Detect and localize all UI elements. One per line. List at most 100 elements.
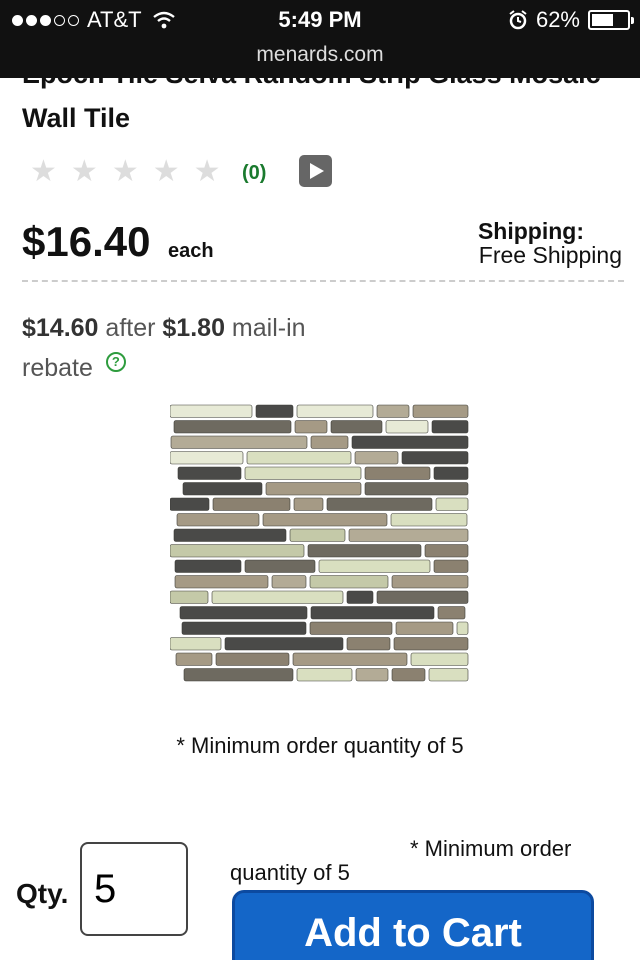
tile-strip: [244, 559, 316, 573]
tile-strip: [395, 621, 454, 635]
tile-strip: [265, 482, 362, 496]
min-order-note-line2: quantity of 5: [230, 860, 350, 885]
tile-strip: [364, 482, 469, 496]
tile-strip: [318, 559, 431, 573]
tile-strip: [170, 435, 308, 449]
tile-strip: [346, 590, 374, 604]
tile-strip: [170, 404, 253, 418]
add-to-cart-button[interactable]: Add to Cart: [232, 890, 594, 960]
tile-strip: [435, 497, 469, 511]
tile-strip: [410, 652, 469, 666]
tile-strip: [309, 621, 393, 635]
tile-strip: [330, 420, 383, 434]
tile-strip: [376, 404, 410, 418]
tile-strip: [246, 451, 352, 465]
divider: [22, 280, 624, 282]
tile-strip: [212, 497, 291, 511]
product-page: Epoch Tile Selva Random Strip Glass Mosa…: [0, 78, 640, 960]
tile-strip: [456, 621, 469, 635]
shipping-value: Free Shipping: [478, 242, 622, 268]
tile-strip: [289, 528, 346, 542]
review-count-link[interactable]: (0): [242, 162, 266, 185]
tile-strip: [176, 513, 260, 527]
tile-strip: [433, 466, 469, 480]
tile-strip: [326, 497, 433, 511]
tile-strip: [170, 544, 305, 558]
battery-percent: 62%: [535, 7, 580, 32]
tile-strip: [262, 513, 388, 527]
qty-input[interactable]: [80, 842, 188, 936]
tile-strip: [173, 420, 292, 434]
tile-strip: [177, 466, 242, 480]
product-title: Epoch Tile Selva Random Strip Glass Mosa…: [22, 78, 601, 133]
min-order-note-line1: * Minimum order: [410, 836, 572, 861]
tile-strip: [174, 575, 269, 589]
tile-strip: [433, 559, 469, 573]
tile-strip: [385, 420, 429, 434]
tile-strip: [391, 668, 426, 682]
rebate-amount: $1.80: [162, 314, 225, 342]
tile-strip: [179, 606, 308, 620]
tile-strip: [182, 482, 263, 496]
tile-strip: [183, 668, 294, 682]
tile-strip: [175, 652, 213, 666]
url-bar[interactable]: menards.com: [0, 40, 640, 78]
tile-strip: [170, 590, 209, 604]
tile-strip: [174, 559, 242, 573]
rating-stars[interactable]: ★ ★ ★ ★ ★: [30, 154, 221, 189]
tile-strip: [224, 637, 344, 651]
help-icon[interactable]: ?: [105, 352, 126, 372]
tile-strip: [170, 451, 244, 465]
alarm-clock-icon: [509, 10, 527, 30]
qty-label: Qty.: [16, 878, 69, 909]
tile-strip: [351, 435, 469, 449]
tile-strip: [215, 652, 290, 666]
tile-strip: [211, 590, 344, 604]
tile-strip: [376, 590, 469, 604]
tile-strip: [424, 544, 469, 558]
star-icon: ★: [111, 155, 139, 188]
tile-strip: [390, 513, 468, 527]
battery-icon: [588, 10, 634, 30]
tile-strip: [294, 420, 328, 434]
tile-strip: [431, 420, 469, 434]
star-icon: ★: [152, 155, 180, 188]
tile-strip: [170, 637, 222, 651]
status-bar: AT&T 5:49 PM 62%: [0, 0, 640, 40]
status-right: 62%: [508, 7, 634, 33]
tile-strip: [170, 497, 210, 511]
tile-strip: [271, 575, 307, 589]
min-order-note: * Minimum order quantity of 5: [176, 733, 464, 758]
rebate-after: after: [105, 314, 156, 342]
tile-strip: [354, 451, 399, 465]
tile-strip: [412, 404, 469, 418]
price-unit: each: [168, 240, 214, 262]
rebate-price: $14.60: [22, 314, 99, 342]
star-icon: ★: [193, 155, 221, 188]
tile-strip: [310, 435, 349, 449]
tile-strip: [428, 668, 469, 682]
tile-strip: [307, 544, 422, 558]
product-price: $16.40: [22, 218, 151, 265]
tile-strip: [355, 668, 389, 682]
product-image[interactable]: [170, 403, 470, 693]
star-icon: ★: [30, 155, 57, 188]
tile-strip: [437, 606, 466, 620]
tile-strip: [364, 466, 431, 480]
tile-strip: [309, 575, 389, 589]
tile-strip: [348, 528, 469, 542]
tile-strip: [173, 528, 287, 542]
tile-strip: [346, 637, 391, 651]
tile-strip: [391, 575, 469, 589]
tile-strip: [401, 451, 469, 465]
tile-strip: [293, 497, 324, 511]
tile-strip: [296, 668, 353, 682]
tile-strip: [255, 404, 294, 418]
star-icon: ★: [70, 155, 98, 188]
tile-strip: [244, 466, 362, 480]
play-video-icon[interactable]: [299, 155, 332, 187]
tile-strip: [296, 404, 374, 418]
battery-fill: [592, 14, 614, 26]
rebate-info: $14.60 after $1.80 mail-in rebate ?: [22, 308, 382, 388]
tile-strip: [310, 606, 435, 620]
